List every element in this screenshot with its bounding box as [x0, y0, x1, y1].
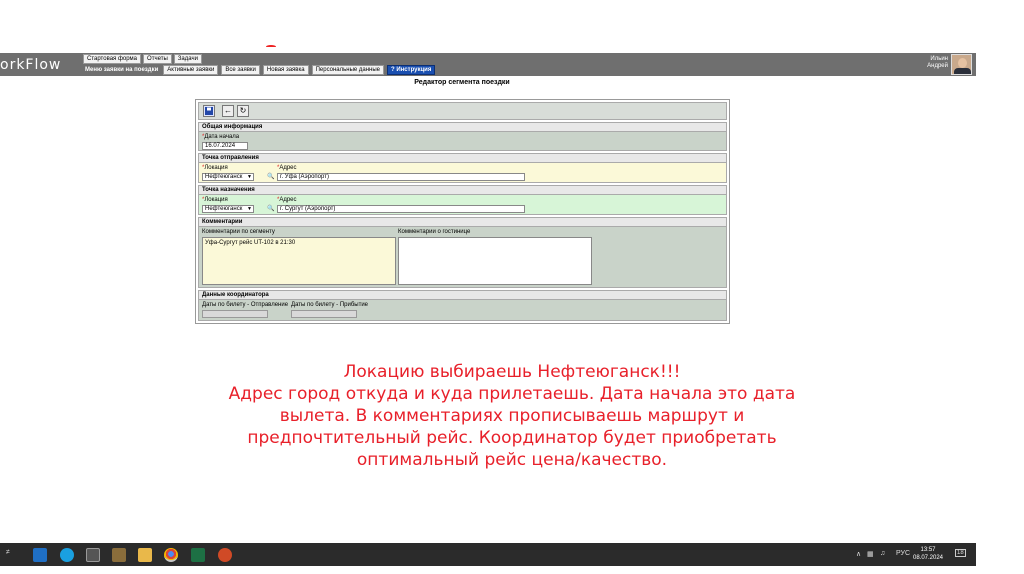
destination-location-label: *Локация: [202, 197, 228, 203]
user-name: Ильин Андрей: [920, 56, 948, 70]
note-line-4: предпочтительный рейс. Координатор будет…: [247, 428, 777, 448]
taskbar: ≠ ∧ ▦ ♫ РУС 13:57 08.07.2024 18: [0, 543, 976, 566]
editor-toolbar: ← ↻: [198, 102, 727, 120]
back-arrow-icon: ←: [224, 106, 232, 115]
help-button[interactable]: ? Инструкция: [387, 65, 436, 75]
section-coordinator: Данные координатора Даты по билету - Отп…: [198, 290, 727, 321]
segment-comment-label: Комментарии по сегменту: [202, 229, 275, 235]
save-icon: [205, 107, 213, 115]
app-header: orkFlow Стартовая форма Отчеты Задачи Ме…: [0, 53, 976, 76]
section-departure-header: Точка отправления: [199, 154, 726, 163]
ticket-depart-label: Даты по билету - Отправление: [202, 302, 289, 308]
ticket-arrive-field: [291, 310, 357, 318]
destination-location-label-text: Локация: [204, 197, 228, 203]
menu-reports[interactable]: Отчеты: [143, 54, 172, 64]
clock[interactable]: 13:57 08.07.2024: [910, 546, 946, 562]
sub-menu: Меню заявки на поездки Активные заявки В…: [83, 65, 436, 75]
outlook-icon[interactable]: [33, 548, 47, 562]
save-button[interactable]: [203, 105, 215, 117]
search-icon[interactable]: 🔍: [267, 173, 275, 181]
section-comments-header: Комментарии: [199, 218, 726, 227]
departure-location-select[interactable]: Нефтеюганск ▼: [202, 173, 254, 181]
chevron-down-icon: ▼: [247, 206, 252, 212]
notification-icon[interactable]: 18: [955, 549, 966, 557]
page-title: Редактор сегмента поездки: [414, 79, 510, 86]
language-indicator[interactable]: РУС: [896, 550, 910, 557]
archive-icon[interactable]: [112, 548, 126, 562]
start-date-label-text: Дата начала: [204, 134, 240, 140]
segment-editor: ← ↻ Общая информация *Дата начала 16.07.…: [195, 99, 730, 324]
refresh-icon: ↻: [239, 106, 247, 115]
ticket-arrive-label: Даты по билету - Прибытие: [291, 302, 369, 308]
departure-address-field[interactable]: г. Уфа (Аэропорт): [277, 173, 525, 181]
tab-personal-data[interactable]: Персональные данные: [311, 65, 385, 75]
section-comments: Комментарии Комментарии по сегменту Уфа-…: [198, 217, 727, 288]
section-departure: Точка отправления *Локация Нефтеюганск ▼ …: [198, 153, 727, 183]
user-first-name: Ильин: [930, 56, 948, 62]
hotel-comment-label: Комментарии о гостинице: [398, 229, 471, 235]
section-coordinator-header: Данные координатора: [199, 291, 726, 300]
tab-active-requests[interactable]: Активные заявки: [163, 65, 219, 75]
avatar-body: [954, 68, 971, 74]
task-view-icon[interactable]: ≠: [6, 549, 10, 556]
red-mark: [266, 45, 276, 48]
screen: orkFlow Стартовая форма Отчеты Задачи Ме…: [0, 0, 1024, 574]
destination-address-label-text: Адрес: [279, 197, 297, 203]
chevron-down-icon: ▼: [247, 174, 252, 180]
departure-address-label: *Адрес: [277, 165, 297, 171]
app-logo: orkFlow: [0, 57, 62, 73]
destination-address-label: *Адрес: [277, 197, 297, 203]
folder-icon[interactable]: [138, 548, 152, 562]
user-last-name: Андрей: [927, 63, 948, 69]
start-date-field[interactable]: 16.07.2024: [202, 142, 248, 150]
start-date-label: *Дата начала: [202, 134, 239, 140]
powerpoint-icon[interactable]: [218, 548, 232, 562]
menu-trip-requests[interactable]: Меню заявки на поездки: [83, 66, 160, 74]
app-icon[interactable]: [86, 548, 100, 562]
refresh-button[interactable]: ↻: [237, 105, 249, 117]
menu-tasks[interactable]: Задачи: [173, 54, 202, 64]
clock-time: 13:57: [920, 547, 936, 553]
menu-start-form[interactable]: Стартовая форма: [83, 54, 142, 64]
avatar-head: [958, 58, 967, 68]
tab-all-requests[interactable]: Все заявки: [221, 65, 260, 75]
section-general-header: Общая информация: [199, 123, 726, 132]
network-icon[interactable]: ▦: [867, 550, 874, 558]
chevron-up-icon[interactable]: ∧: [856, 550, 861, 558]
tab-new-request[interactable]: Новая заявка: [262, 65, 309, 75]
hotel-comment-textarea[interactable]: [398, 237, 592, 285]
note-line-2: Адрес город откуда и куда прилетаешь. Да…: [228, 384, 796, 404]
avatar[interactable]: [951, 54, 972, 75]
notification-count: 18: [957, 550, 964, 556]
section-destination: Точка назначения *Локация Нефтеюганск ▼ 🔍…: [198, 185, 727, 215]
back-button[interactable]: ←: [222, 105, 234, 117]
departure-location-label-text: Локация: [204, 165, 228, 171]
note-line-3: вылета. В комментариях прописываешь марш…: [279, 406, 745, 426]
segment-comment-textarea[interactable]: Уфа-Сургут рейс UT-102 в 21:30: [202, 237, 396, 285]
section-general: Общая информация *Дата начала 16.07.2024: [198, 122, 727, 151]
skype-icon[interactable]: [60, 548, 74, 562]
note-line-5: оптимальный рейс цена/качество.: [356, 450, 668, 470]
destination-location-select[interactable]: Нефтеюганск ▼: [202, 205, 254, 213]
clock-date: 08.07.2024: [912, 555, 944, 561]
departure-location-value: Нефтеюганск: [205, 174, 243, 180]
instruction-note: Локацию выбираешь Нефтеюганск!!! Адрес г…: [200, 361, 824, 471]
search-icon[interactable]: 🔍: [267, 205, 275, 213]
volume-icon[interactable]: ♫: [880, 550, 885, 557]
help-label: Инструкция: [396, 67, 432, 73]
help-icon: ?: [391, 67, 395, 73]
section-destination-header: Точка назначения: [199, 186, 726, 195]
top-menu: Стартовая форма Отчеты Задачи: [83, 54, 202, 64]
departure-location-label: *Локация: [202, 165, 228, 171]
destination-location-value: Нефтеюганск: [205, 206, 243, 212]
chrome-icon[interactable]: [164, 548, 178, 562]
note-line-1: Локацию выбираешь Нефтеюганск!!!: [343, 362, 681, 382]
destination-address-field[interactable]: г. Сургут (Аэропорт): [277, 205, 525, 213]
excel-icon[interactable]: [191, 548, 205, 562]
departure-address-label-text: Адрес: [279, 165, 297, 171]
ticket-depart-field: [202, 310, 268, 318]
